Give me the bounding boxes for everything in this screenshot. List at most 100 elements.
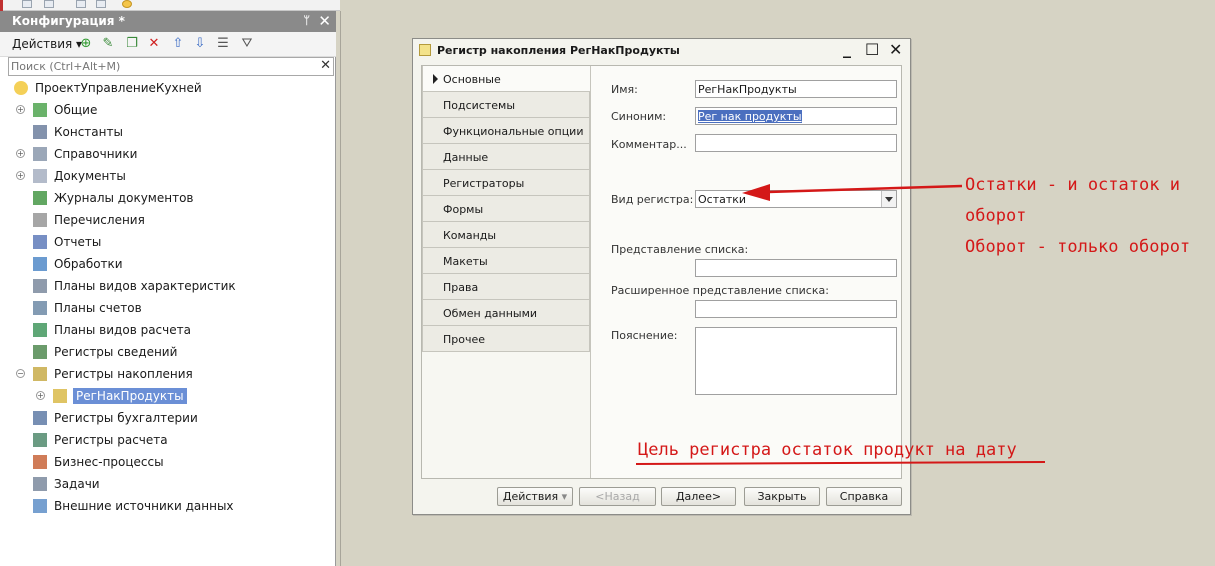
comment-label: Комментар...: [611, 138, 687, 151]
name-field[interactable]: РегНакПродукты: [695, 80, 897, 98]
add-icon[interactable]: ⊕: [78, 36, 94, 52]
explanation-field[interactable]: [695, 327, 897, 395]
help-button[interactable]: Справка: [826, 487, 902, 506]
toolbar-icon[interactable]: [22, 0, 32, 8]
copy-icon[interactable]: ❐: [124, 36, 140, 52]
actions-button[interactable]: Действия ▾: [497, 487, 573, 506]
tab-item[interactable]: Макеты: [422, 248, 590, 274]
ext-list-presentation-field[interactable]: [695, 300, 897, 318]
annotation-turnover-line: Оборот - только оборот: [965, 237, 1191, 257]
delete-icon[interactable]: ✕: [146, 36, 162, 52]
tab-label: Права: [443, 281, 479, 294]
search-input[interactable]: [9, 58, 309, 75]
tab-main[interactable]: Основные: [422, 66, 592, 92]
tree-item-label: ПроектУправлениеКухней: [35, 81, 202, 95]
tree-item-label: Общие: [54, 103, 98, 117]
tab-item[interactable]: Прочее: [422, 326, 590, 352]
tree-item[interactable]: + Справочники: [0, 145, 336, 165]
maximize-icon[interactable]: ☐: [865, 40, 879, 59]
expand-icon[interactable]: +: [16, 149, 25, 158]
tab-label: Данные: [443, 151, 489, 164]
tree-item[interactable]: − Регистры накопления: [0, 365, 336, 385]
minimize-icon[interactable]: _: [843, 39, 851, 58]
tree-item[interactable]: Регистры сведений: [0, 343, 336, 363]
tree-item-label: Регистры накопления: [54, 367, 193, 381]
toolbar-icon[interactable]: [96, 0, 106, 8]
move-down-icon[interactable]: ⇩: [192, 36, 208, 52]
tree-item[interactable]: + Общие: [0, 101, 336, 121]
tree-item[interactable]: Регистры расчета: [0, 431, 336, 451]
tab-item[interactable]: Регистраторы: [422, 170, 590, 196]
close-icon[interactable]: ✕: [318, 12, 331, 30]
toolbar-icon[interactable]: [76, 0, 86, 8]
tree-item-label: Планы видов расчета: [54, 323, 191, 337]
comment-field[interactable]: [695, 134, 897, 152]
tab-label: Команды: [443, 229, 497, 242]
list-presentation-field[interactable]: [695, 259, 897, 277]
list-presentation-label: Представление списка:: [611, 243, 749, 256]
catalogs-icon: [33, 147, 47, 161]
tree-item[interactable]: Регистры бухгалтерии: [0, 409, 336, 429]
tree-item[interactable]: Отчеты: [0, 233, 336, 253]
tree-item-selected[interactable]: + РегНакПродукты: [0, 387, 336, 407]
back-button[interactable]: <Назад: [579, 487, 656, 506]
chevron-down-icon[interactable]: [881, 191, 896, 207]
tree-item[interactable]: Обработки: [0, 255, 336, 275]
tab-item[interactable]: Права: [422, 274, 590, 300]
tree-item-label: Внешние источники данных: [54, 499, 234, 513]
tree-item[interactable]: Планы счетов: [0, 299, 336, 319]
move-up-icon[interactable]: ⇧: [170, 36, 186, 52]
register-type-label: Вид регистра:: [611, 193, 694, 206]
collapse-icon[interactable]: −: [16, 369, 25, 378]
toolbar-icon[interactable]: [122, 0, 132, 8]
tree-item[interactable]: Планы видов характеристик: [0, 277, 336, 297]
tree-item[interactable]: Планы видов расчета: [0, 321, 336, 341]
close-button[interactable]: Закрыть: [744, 487, 820, 506]
expand-icon[interactable]: +: [16, 105, 25, 114]
configuration-panel: Конфигурация * ᛘ ✕ Действия ▾ ⊕ ✎ ❐ ✕ ⇧ …: [0, 11, 336, 566]
tab-item[interactable]: Команды: [422, 222, 590, 248]
config-root-icon: [14, 81, 28, 95]
tree-item-label: Журналы документов: [54, 191, 194, 205]
expand-icon[interactable]: +: [16, 171, 25, 180]
dialog-title-bar: Регистр накопления РегНакПродукты _ ☐ ✕: [413, 39, 910, 61]
tree-item[interactable]: + Документы: [0, 167, 336, 187]
close-icon[interactable]: ✕: [889, 40, 902, 59]
tree-item[interactable]: Задачи: [0, 475, 336, 495]
common-icon: [33, 103, 47, 117]
tree-item-label: Планы счетов: [54, 301, 142, 315]
active-tab-arrow-icon: [433, 74, 438, 84]
tasks-icon: [33, 477, 47, 491]
journals-icon: [33, 191, 47, 205]
register-type-select[interactable]: Остатки: [695, 190, 897, 208]
tab-label: Функциональные опции: [443, 125, 584, 138]
processing-icon: [33, 257, 47, 271]
tab-label: Макеты: [443, 255, 488, 268]
toolbar-icon[interactable]: [44, 0, 54, 8]
tree-item-label: Задачи: [54, 477, 100, 491]
tab-item[interactable]: Функциональные опции: [422, 118, 590, 144]
filter-icon[interactable]: ⛛: [239, 36, 255, 52]
clear-search-icon[interactable]: ✕: [320, 58, 331, 73]
tab-item[interactable]: Формы: [422, 196, 590, 222]
next-button[interactable]: Далее>: [661, 487, 736, 506]
tree-item-label: Документы: [54, 169, 126, 183]
tree-item[interactable]: Журналы документов: [0, 189, 336, 209]
accounts-plans-icon: [33, 301, 47, 315]
actions-menu-button[interactable]: Действия ▾: [12, 37, 82, 51]
info-registers-icon: [33, 345, 47, 359]
tab-panel-main: Имя: РегНакПродукты Синоним: Рег нак про…: [590, 66, 901, 478]
tab-item[interactable]: Данные: [422, 144, 590, 170]
tree-item[interactable]: Перечисления: [0, 211, 336, 231]
expand-icon[interactable]: +: [36, 391, 45, 400]
tab-item[interactable]: Обмен данными: [422, 300, 590, 326]
pin-icon[interactable]: ᛘ: [303, 14, 310, 27]
tree-item[interactable]: Бизнес-процессы: [0, 453, 336, 473]
tree-item[interactable]: Константы: [0, 123, 336, 143]
tree-item[interactable]: ПроектУправлениеКухней: [0, 79, 336, 99]
tree-item[interactable]: Внешние источники данных: [0, 497, 336, 517]
edit-icon[interactable]: ✎: [100, 36, 116, 52]
tab-item[interactable]: Подсистемы: [422, 92, 590, 118]
list-icon[interactable]: ☰: [215, 36, 231, 52]
synonym-field[interactable]: Рег нак продукты: [695, 107, 897, 125]
